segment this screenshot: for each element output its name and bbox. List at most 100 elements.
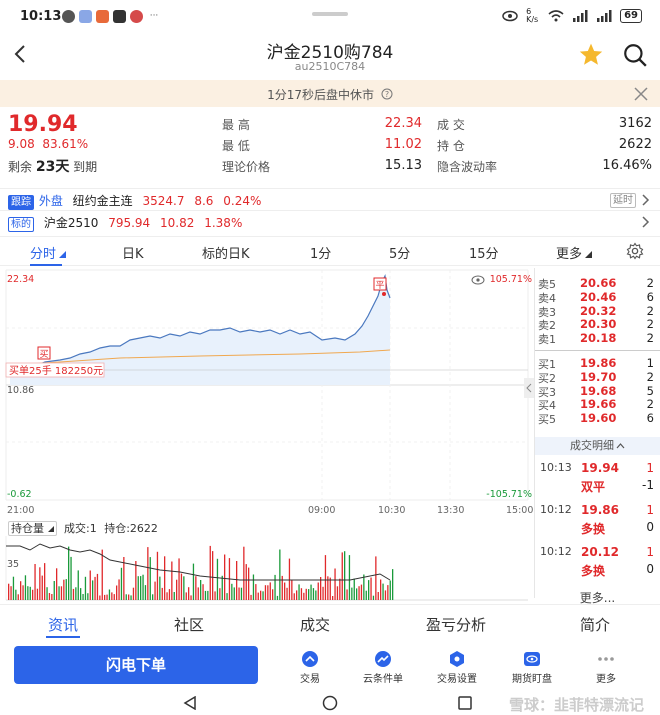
ask-level[interactable]: 卖4 20.46 6 — [535, 290, 660, 305]
intraday-chart[interactable]: 22.34 10.86 -0.62 105.71% -105.71% 买 平 买… — [0, 268, 534, 518]
volume-bar — [346, 589, 348, 600]
level-price: 19.66 — [580, 397, 617, 412]
volume-bar — [252, 574, 255, 600]
volume-bar — [382, 583, 384, 600]
volume-bar — [92, 580, 94, 600]
iv-label: 隐含波动率 — [437, 160, 498, 174]
flash-order-button[interactable]: 闪电下单 — [14, 646, 258, 684]
more-dots-icon — [598, 657, 614, 661]
tab-15min[interactable]: 15分 — [469, 243, 499, 262]
track-market: 外盘 — [38, 194, 63, 208]
bid-level[interactable]: 买4 19.66 2 — [535, 397, 660, 412]
volume-bar — [128, 594, 130, 600]
nav-home-icon[interactable] — [322, 695, 338, 711]
volume-bar — [353, 578, 355, 600]
ask-level[interactable]: 卖2 20.30 2 — [535, 317, 660, 332]
tab-trades[interactable]: 成交 — [300, 614, 330, 635]
cloud-condition-order-button[interactable]: 云条件单 — [353, 650, 413, 685]
tab-more[interactable]: 更多 — [556, 243, 593, 262]
chevron-up-icon — [616, 443, 625, 449]
tab-community[interactable]: 社区 — [174, 614, 204, 635]
volume-bar — [132, 587, 135, 600]
volume-bar — [176, 579, 178, 600]
tab-intro[interactable]: 简介 — [580, 614, 610, 635]
bid-level[interactable]: 买3 19.68 5 — [535, 383, 660, 399]
y-mid-label: 10.86 — [7, 385, 34, 396]
tracking-row[interactable]: 跟踪 外盘 纽约金主连 3524.7 8.6 0.24% 延时 — [0, 188, 660, 210]
level-qty: 5 — [646, 383, 654, 398]
trade-row: 10:12 20.12 1 多换 0 — [535, 541, 660, 581]
level-qty: 2 — [646, 276, 654, 290]
nav-recents-icon[interactable] — [458, 696, 472, 710]
volume-bar — [161, 587, 163, 600]
trade-button[interactable]: 交易 — [280, 650, 340, 685]
help-icon[interactable]: ? — [381, 88, 393, 100]
volume-bar — [130, 595, 132, 600]
app-icon — [79, 10, 92, 23]
volume-bar — [15, 589, 17, 600]
action-bar: 闪电下单 交易 云条件单 交易设置 期货盯盘 更多 — [0, 642, 660, 692]
tab-1min[interactable]: 1分 — [310, 243, 331, 262]
ask-levels: 卖5 20.66 2 卖4 20.46 6 卖3 20.32 2 卖2 20.30 2 卖1 20.18 2 — [535, 268, 660, 346]
oi-line — [6, 543, 391, 581]
bid-level[interactable]: 买2 19.70 2 — [535, 369, 660, 385]
vol-level: 35 — [7, 559, 19, 570]
indicator-selector[interactable]: 持仓量 — [8, 521, 57, 536]
volume-bar — [164, 556, 166, 600]
trade-detail-header[interactable]: 成交明细 — [535, 436, 660, 455]
volume-bar — [231, 583, 233, 600]
volume-bar — [279, 549, 281, 600]
tab-5min[interactable]: 5分 — [389, 243, 410, 262]
volume-bar — [135, 561, 137, 600]
volume-bar — [248, 567, 250, 600]
volume-bar — [209, 545, 211, 600]
trade-row: 10:12 19.86 1 多换 0 — [535, 499, 660, 539]
wifi-icon — [548, 10, 564, 22]
days-to-expiry: 剩余 23天 到期 — [8, 159, 98, 175]
volume-bar — [368, 580, 370, 600]
volume-bar — [63, 579, 65, 600]
tab-intraday[interactable]: 分时 — [30, 243, 67, 262]
bid-level[interactable]: 买5 19.60 6 — [535, 411, 660, 426]
trade-settings-button[interactable]: 交易设置 — [427, 650, 487, 685]
tab-news[interactable]: 资讯 — [48, 614, 78, 635]
volume-chart[interactable]: 35 — [0, 536, 534, 602]
volume-bar — [142, 574, 144, 600]
volume-bar — [202, 584, 204, 600]
bid-levels: 买1 19.86 1 买2 19.70 2 买3 19.68 5 买4 19.66 2 买5 19.60 6 — [535, 356, 660, 426]
volume-bar — [106, 594, 108, 600]
ask-level[interactable]: 卖5 20.66 2 — [535, 276, 660, 291]
volume-bar — [173, 592, 175, 600]
close-icon — [634, 87, 648, 101]
eye-icon[interactable] — [471, 275, 485, 285]
bid-level[interactable]: 买1 19.86 1 — [535, 356, 660, 371]
ask-level[interactable]: 卖1 20.18 2 — [535, 331, 660, 346]
level-price: 20.66 — [580, 276, 617, 290]
futures-watch-button[interactable]: 期货盯盘 — [502, 650, 562, 685]
volume-bar — [180, 573, 183, 600]
favorite-star-icon[interactable] — [578, 42, 604, 68]
signal-icon — [597, 10, 612, 22]
signal-icon — [573, 10, 588, 22]
tab-daily-k[interactable]: 日K — [122, 243, 144, 262]
more-actions-button[interactable]: 更多 — [576, 650, 636, 685]
tab-underlying-daily-k[interactable]: 标的日K — [202, 243, 250, 262]
level-price: 19.70 — [580, 369, 617, 384]
volume-bar — [185, 592, 187, 600]
watermark: 雪球：韭菲特漂流记 — [508, 696, 644, 714]
trade-qty: 1 — [646, 460, 654, 475]
volume-bar — [29, 586, 31, 600]
app-icon — [130, 10, 143, 23]
underlying-row[interactable]: 标的 沪金2510 795.94 10.82 1.38% — [0, 210, 660, 232]
tab-pnl-analysis[interactable]: 盈亏分析 — [426, 614, 486, 635]
volume-bar — [336, 586, 339, 600]
volume-bar — [75, 587, 77, 600]
search-icon[interactable] — [622, 42, 648, 68]
ask-level[interactable]: 卖3 20.32 2 — [535, 304, 660, 319]
volume-bar — [322, 586, 324, 600]
volume-bar — [240, 587, 243, 600]
gear-icon[interactable] — [626, 242, 644, 260]
close-notice-button[interactable] — [634, 82, 648, 106]
expand-handle[interactable] — [524, 378, 534, 398]
nav-back-icon[interactable] — [183, 696, 197, 710]
